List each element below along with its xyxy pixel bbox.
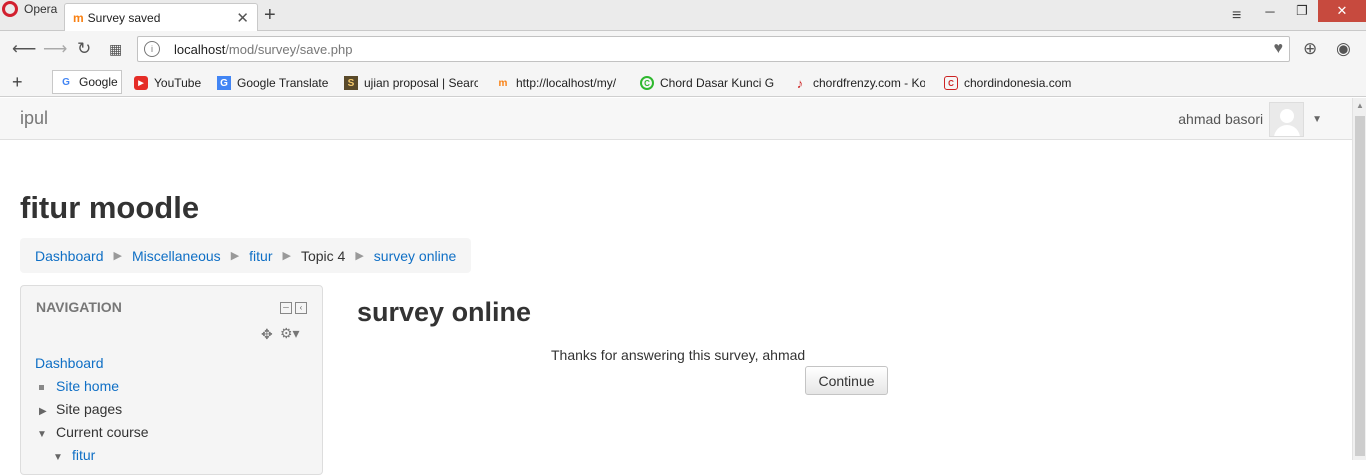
breadcrumb-separator-icon: ▶ <box>282 250 291 262</box>
url-field[interactable]: i localhost/mod/survey/save.php ♥ <box>137 36 1290 62</box>
navigation-block: NAVIGATION ─ ‹ ✥ ⚙▾ Dashboard Site home … <box>20 285 323 475</box>
tab-menu-icon[interactable]: ≡ <box>1232 7 1241 25</box>
nav-item-current-course[interactable]: ▼ Current course <box>37 424 149 440</box>
bookmark-label: http://localhost/my/ <box>516 76 617 90</box>
breadcrumb-separator-icon: ▶ <box>113 250 122 262</box>
scroll-up-arrow-icon[interactable]: ▲ <box>1356 101 1364 110</box>
collapse-triangle-icon[interactable]: ▼ <box>53 452 72 463</box>
nav-item-label[interactable]: fitur <box>72 447 95 463</box>
bookmark-google-translate[interactable]: G Google Translate <box>217 74 335 92</box>
window-controls: ─ ❐ ✕ <box>1254 0 1366 22</box>
nav-item-site-home[interactable]: Site home <box>39 378 119 394</box>
bookmark-label: chordindonesia.com <box>964 76 1072 90</box>
nav-item-label[interactable]: Site home <box>56 378 119 394</box>
scrollbar-thumb[interactable] <box>1355 116 1365 456</box>
bookmark-label: Chord Dasar Kunci Gi <box>660 76 774 90</box>
activity-title: survey online <box>357 297 532 327</box>
breadcrumb-fitur[interactable]: fitur <box>249 248 272 264</box>
breadcrumb-separator-icon: ▶ <box>230 250 240 262</box>
bookmark-chordfrenzy[interactable]: ♪ chordfrenzy.com - Ko <box>793 74 925 92</box>
restore-icon[interactable]: ❐ <box>1286 0 1318 22</box>
breadcrumb-survey-online[interactable]: survey online <box>374 248 457 264</box>
site-info-icon[interactable]: i <box>144 41 160 57</box>
browser-tab-bar: Opera m Survey saved ✕ + ≡ ─ ❐ ✕ <box>0 0 1366 31</box>
moodle-icon: m <box>498 77 508 89</box>
collapse-triangle-icon[interactable]: ▼ <box>37 429 56 440</box>
bookmark-label: YouTube <box>154 76 202 90</box>
url-text: localhost/mod/survey/save.php <box>174 42 353 57</box>
bookmark-heart-icon[interactable]: ♥ <box>1274 40 1284 58</box>
bookmark-chord-dasar[interactable]: C Chord Dasar Kunci Gi <box>640 74 774 92</box>
bookmark-label: chordfrenzy.com - Ko <box>813 76 925 90</box>
new-tab-plus-icon[interactable]: + <box>264 4 276 27</box>
chord-indonesia-icon: C <box>944 76 958 90</box>
bookmark-label: Google <box>79 75 118 89</box>
tab-close-icon[interactable]: ✕ <box>236 9 249 27</box>
dock-block-icon[interactable]: ‹ <box>295 302 307 314</box>
add-bookmark-plus-icon[interactable]: + <box>12 72 23 93</box>
url-host: localhost <box>174 42 226 57</box>
bookmark-google[interactable]: G Google <box>52 70 122 94</box>
nav-item-dashboard[interactable]: Dashboard <box>35 355 104 371</box>
opera-menu-button[interactable]: Opera <box>0 0 62 30</box>
tab-survey-saved[interactable]: m Survey saved ✕ <box>64 3 258 31</box>
opera-logo-icon <box>2 1 18 17</box>
move-icon[interactable]: ✥ <box>261 326 273 343</box>
breadcrumb-dashboard[interactable]: Dashboard <box>35 248 104 264</box>
bookmarks-bar: + G Google ▶ YouTube G Google Translate … <box>0 67 1366 97</box>
window-close-icon[interactable]: ✕ <box>1318 0 1366 22</box>
bookmark-label: ujian proposal | Searc <box>364 76 478 90</box>
moodle-favicon-icon: m <box>73 10 84 25</box>
user-menu[interactable]: ahmad basori ▼ <box>1178 101 1322 137</box>
bookmark-youtube[interactable]: ▶ YouTube <box>134 74 208 92</box>
google-icon: G <box>62 76 70 88</box>
collapse-block-icon[interactable]: ─ <box>280 302 292 314</box>
breadcrumb-separator-icon: ▶ <box>355 250 364 262</box>
bullet-icon <box>39 384 44 390</box>
nav-item-site-pages[interactable]: ▶ Site pages <box>39 401 122 417</box>
breadcrumb-miscellaneous[interactable]: Miscellaneous <box>132 248 221 264</box>
nav-item-fitur[interactable]: ▼ fitur <box>53 447 95 463</box>
caret-down-icon[interactable]: ▼ <box>1312 114 1322 125</box>
breadcrumb-topic-4: Topic 4 <box>300 247 346 264</box>
back-arrow-icon[interactable]: ⟵ <box>12 39 36 59</box>
youtube-icon: ▶ <box>134 76 148 90</box>
url-path: /mod/survey/save.php <box>225 42 353 57</box>
survey-thanks-message: Thanks for answering this survey, ahmad <box>551 347 806 363</box>
account-icon[interactable]: ◉ <box>1336 39 1351 59</box>
bookmark-chordindonesia[interactable]: C chordindonesia.com <box>944 74 1074 92</box>
tab-title: Survey saved <box>87 10 161 25</box>
nav-item-label[interactable]: Site pages <box>56 401 122 417</box>
bookmark-ujian-proposal[interactable]: S ujian proposal | Searc <box>344 74 478 92</box>
site-brand[interactable]: ipul <box>20 108 48 129</box>
gear-icon[interactable]: ⚙▾ <box>280 325 300 342</box>
continue-button[interactable]: Continue <box>805 366 888 395</box>
nav-item-label[interactable]: Current course <box>56 424 149 440</box>
nav-item-label[interactable]: Dashboard <box>35 355 104 371</box>
opera-menu-label: Opera <box>24 2 58 16</box>
expand-triangle-icon[interactable]: ▶ <box>39 406 56 417</box>
forward-arrow-icon[interactable]: ⟶ <box>43 39 67 59</box>
download-icon[interactable]: ⊕ <box>1303 39 1317 59</box>
translate-icon: G <box>217 76 231 90</box>
bookmark-label: Google Translate <box>237 76 329 90</box>
chord-icon: C <box>640 76 654 90</box>
avatar[interactable] <box>1269 101 1305 137</box>
speed-dial-grid-icon[interactable]: ▦ <box>109 41 122 58</box>
browser-address-bar: ⟵ ⟶ ↻ ▦ i localhost/mod/survey/save.php … <box>0 31 1366 67</box>
site-navbar: ipul ahmad basori ▼ <box>0 98 1352 140</box>
page-title: fitur moodle <box>20 190 200 225</box>
page-scrollbar[interactable]: ▲ <box>1352 98 1366 460</box>
breadcrumb: Dashboard ▶ Miscellaneous ▶ fitur ▶ Topi… <box>20 238 472 273</box>
bookmark-icon: S <box>344 76 358 90</box>
user-name[interactable]: ahmad basori <box>1178 111 1263 127</box>
minimize-icon[interactable]: ─ <box>1254 0 1286 22</box>
navigation-block-title: NAVIGATION <box>36 299 122 315</box>
guitar-icon: ♪ <box>796 75 804 91</box>
bookmark-localhost-my[interactable]: m http://localhost/my/ <box>496 74 628 92</box>
reload-icon[interactable]: ↻ <box>77 39 91 59</box>
